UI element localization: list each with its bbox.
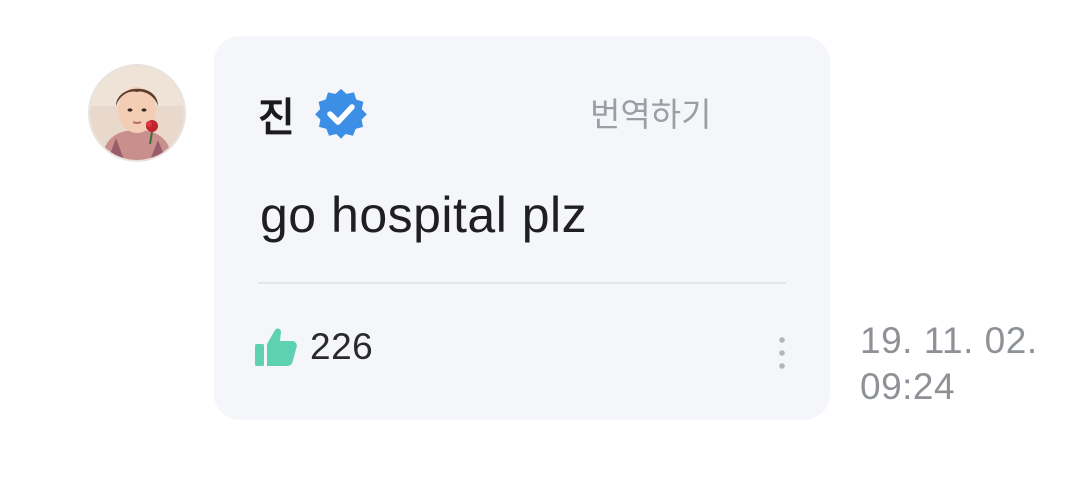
translate-button[interactable]: 번역하기: [590, 88, 711, 136]
author-row: 진: [258, 86, 368, 142]
timestamp: 19. 11. 02. 09:24: [860, 318, 1038, 410]
comment-card: 진 번역하기 go hospital plz 226: [214, 36, 830, 420]
timestamp-date: 19. 11. 02.: [860, 320, 1038, 361]
comment-screen: 진 번역하기 go hospital plz 226 19. 11. 02. 0…: [0, 0, 1080, 477]
verified-badge-icon: [314, 87, 368, 141]
author-name[interactable]: 진: [258, 85, 296, 143]
thumbs-up-icon: [254, 326, 298, 368]
timestamp-time: 09:24: [860, 366, 956, 407]
vertical-ellipsis-icon[interactable]: [770, 334, 794, 374]
comment-text: go hospital plz: [260, 187, 588, 243]
avatar[interactable]: [88, 64, 186, 162]
like-count: 226: [310, 326, 374, 367]
avatar-image: [90, 66, 184, 160]
like-button[interactable]: 226: [254, 326, 373, 368]
divider: [258, 282, 786, 284]
